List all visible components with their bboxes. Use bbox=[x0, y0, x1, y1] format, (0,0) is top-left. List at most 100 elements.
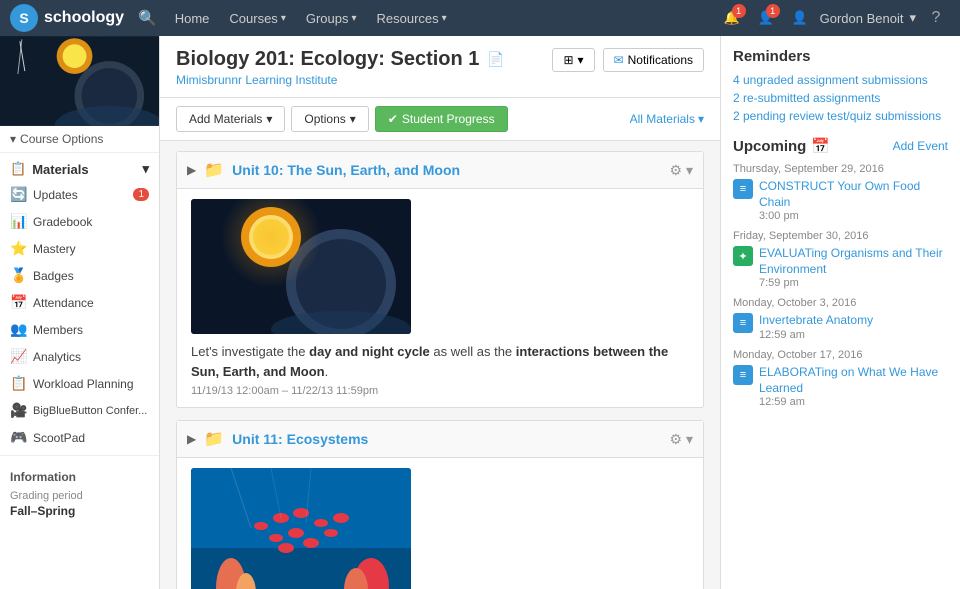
notifications-icon-1[interactable]: 🔔 1 bbox=[718, 4, 746, 32]
nav-courses[interactable]: Courses ▾ bbox=[219, 0, 295, 36]
sidebar-item-workload[interactable]: 📋 Workload Planning bbox=[0, 370, 159, 397]
unit-10-gear[interactable]: ⚙ ▾ bbox=[670, 162, 693, 179]
attendance-icon: 📅 bbox=[10, 294, 26, 311]
nav-home[interactable]: Home bbox=[165, 0, 220, 36]
reminders-title: Reminders bbox=[733, 48, 948, 65]
course-options-caret: ▾ bbox=[10, 132, 16, 146]
reminder-link-1[interactable]: 2 re-submitted assignments bbox=[733, 91, 948, 105]
sidebar-item-attendance[interactable]: 📅 Attendance bbox=[0, 289, 159, 316]
logo-icon: S bbox=[10, 4, 38, 32]
options-button[interactable]: Options ▾ bbox=[291, 106, 368, 132]
gradebook-icon: 📊 bbox=[10, 213, 26, 230]
unit-11-image bbox=[191, 468, 411, 589]
help-icon[interactable]: ? bbox=[922, 4, 950, 32]
sidebar-divider bbox=[0, 455, 159, 456]
sidebar-item-badges[interactable]: 🏅 Badges bbox=[0, 262, 159, 289]
materials-content: ▶ 📁 Unit 10: The Sun, Earth, and Moon ⚙ … bbox=[160, 141, 720, 589]
avatar[interactable]: 👤 bbox=[786, 4, 814, 32]
unit-10-block: ▶ 📁 Unit 10: The Sun, Earth, and Moon ⚙ … bbox=[176, 151, 704, 408]
sidebar-item-updates[interactable]: 🔄 Updates 1 bbox=[0, 181, 159, 208]
event-icon-1: ✦ bbox=[733, 246, 753, 266]
nav-resources[interactable]: Resources ▾ bbox=[367, 0, 457, 36]
materials-caret[interactable]: ▾ bbox=[142, 161, 149, 177]
unit-11-toggle[interactable]: ▶ bbox=[187, 432, 196, 446]
reminder-link-2[interactable]: 2 pending review test/quiz submissions bbox=[733, 109, 948, 123]
grading-period-value: Fall–Spring bbox=[10, 504, 149, 518]
event-item-2: ≡ Invertebrate Anatomy 12:59 am bbox=[733, 313, 948, 341]
scootpad-icon: 🎮 bbox=[10, 429, 26, 446]
reminders-section: Reminders 4 ungraded assignment submissi… bbox=[733, 48, 948, 123]
notifications-button[interactable]: ✉ Notifications bbox=[603, 48, 704, 72]
sidebar-item-members[interactable]: 👥 Members bbox=[0, 316, 159, 343]
content-title-group: Biology 201: Ecology: Section 1 📄 Mimisb… bbox=[176, 48, 505, 87]
event-title-1[interactable]: EVALUATing Organisms and Their Environme… bbox=[759, 246, 948, 277]
sidebar: ▾ Course Options 📋 Materials ▾ 🔄 Updates… bbox=[0, 36, 160, 589]
search-icon[interactable]: 🔍 bbox=[138, 9, 157, 27]
unit-10-body: Let's investigate the day and night cycl… bbox=[177, 189, 703, 407]
course-hero-image bbox=[0, 36, 159, 126]
event-title-0[interactable]: CONSTRUCT Your Own Food Chain bbox=[759, 179, 948, 210]
event-item-3: ≡ ELABORATing on What We Have Learned 12… bbox=[733, 365, 948, 408]
student-progress-button[interactable]: ✔ Student Progress bbox=[375, 106, 508, 132]
resources-caret: ▾ bbox=[442, 13, 447, 24]
nav-groups[interactable]: Groups ▾ bbox=[296, 0, 367, 36]
course-options[interactable]: ▾ Course Options bbox=[0, 126, 159, 153]
groups-caret: ▾ bbox=[351, 13, 356, 24]
user-menu-caret[interactable]: ▾ bbox=[909, 10, 916, 26]
workload-icon: 📋 bbox=[10, 375, 26, 392]
badges-icon: 🏅 bbox=[10, 267, 26, 284]
view-button[interactable]: ⊞ ▾ bbox=[552, 48, 594, 72]
top-navigation: S schoology 🔍 Home Courses ▾ Groups ▾ Re… bbox=[0, 0, 960, 36]
upcoming-title-row: Upcoming 📅 bbox=[733, 137, 830, 155]
planet-svg bbox=[191, 199, 411, 334]
course-title: Biology 201: Ecology: Section 1 bbox=[176, 48, 479, 71]
nav-right: 🔔 1 👤 1 👤 Gordon Benoit ▾ ? bbox=[718, 4, 950, 32]
upcoming-section: Upcoming 📅 Add Event Thursday, September… bbox=[733, 137, 948, 408]
unit-11-gear[interactable]: ⚙ ▾ bbox=[670, 431, 693, 448]
members-icon: 👥 bbox=[10, 321, 26, 338]
analytics-icon: 📈 bbox=[10, 348, 26, 365]
user-name[interactable]: Gordon Benoit bbox=[820, 11, 904, 26]
course-institution[interactable]: Mimisbrunnr Learning Institute bbox=[176, 73, 505, 87]
notif-badge-2: 1 bbox=[766, 4, 780, 18]
unit-11-title[interactable]: Unit 11: Ecosystems bbox=[232, 431, 661, 447]
view-caret: ▾ bbox=[578, 53, 584, 67]
reminder-link-0[interactable]: 4 ungraded assignment submissions bbox=[733, 73, 948, 87]
date-label-3: Monday, October 17, 2016 bbox=[733, 349, 948, 361]
unit-10-header: ▶ 📁 Unit 10: The Sun, Earth, and Moon ⚙ … bbox=[177, 152, 703, 189]
unit-10-toggle[interactable]: ▶ bbox=[187, 163, 196, 177]
logo[interactable]: S schoology bbox=[10, 4, 124, 32]
event-title-3[interactable]: ELABORATing on What We Have Learned bbox=[759, 365, 948, 396]
sidebar-item-bigbluebutton[interactable]: 🎥 BigBlueButton Confer... bbox=[0, 397, 159, 424]
sidebar-item-mastery[interactable]: ⭐ Mastery bbox=[0, 235, 159, 262]
notifications-icon-2[interactable]: 👤 1 bbox=[752, 4, 780, 32]
event-icon-0: ≡ bbox=[733, 179, 753, 199]
event-time-3: 12:59 am bbox=[759, 396, 948, 408]
unit-10-description: Let's investigate the day and night cycl… bbox=[191, 342, 689, 381]
sidebar-item-gradebook[interactable]: 📊 Gradebook bbox=[0, 208, 159, 235]
edit-icon[interactable]: 📄 bbox=[487, 51, 504, 68]
fish-svg bbox=[191, 468, 411, 589]
add-event-link[interactable]: Add Event bbox=[893, 139, 948, 153]
add-materials-button[interactable]: Add Materials ▾ bbox=[176, 106, 285, 132]
mastery-icon: ⭐ bbox=[10, 240, 26, 257]
unit-10-title[interactable]: Unit 10: The Sun, Earth, and Moon bbox=[232, 162, 661, 178]
header-right-buttons: ⊞ ▾ ✉ Notifications bbox=[552, 48, 704, 72]
logo-name: schoology bbox=[44, 9, 124, 27]
courses-caret: ▾ bbox=[281, 13, 286, 24]
sidebar-item-scootpad[interactable]: 🎮 ScootPad bbox=[0, 424, 159, 451]
event-icon-2: ≡ bbox=[733, 313, 753, 333]
unit-10-image bbox=[191, 199, 411, 334]
calendar-icon: 📅 bbox=[811, 137, 830, 155]
add-materials-caret: ▾ bbox=[266, 112, 272, 126]
event-icon-3: ≡ bbox=[733, 365, 753, 385]
materials-icon: 📋 bbox=[10, 161, 26, 177]
content-header: Biology 201: Ecology: Section 1 📄 Mimisb… bbox=[160, 36, 720, 98]
toolbar: Add Materials ▾ Options ▾ ✔ Student Prog… bbox=[160, 98, 720, 141]
sidebar-item-analytics[interactable]: 📈 Analytics bbox=[0, 343, 159, 370]
all-materials-link[interactable]: All Materials ▾ bbox=[630, 112, 704, 126]
unit-10-folder-icon: 📁 bbox=[204, 160, 224, 180]
view-icon: ⊞ bbox=[563, 53, 573, 67]
hero-image bbox=[0, 36, 159, 126]
event-title-2[interactable]: Invertebrate Anatomy bbox=[759, 313, 873, 329]
